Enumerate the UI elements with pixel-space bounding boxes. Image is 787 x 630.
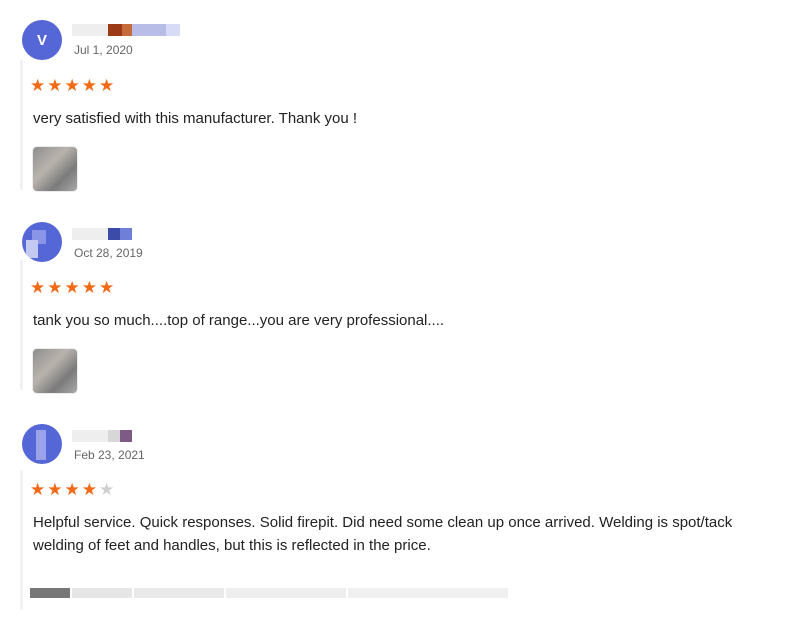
star-icon: ★ — [64, 278, 80, 297]
star-icon: ★ — [30, 278, 46, 297]
review-date: Feb 23, 2021 — [74, 448, 145, 462]
blurred-product-info — [30, 585, 510, 601]
reviewer-name-blurred — [72, 24, 180, 36]
review-photo-thumbnail[interactable] — [33, 147, 77, 191]
star-icon: ★ — [99, 480, 115, 499]
star-rating: ★ ★ ★ ★ ★ — [30, 77, 114, 95]
star-icon: ★ — [64, 480, 80, 499]
star-icon: ★ — [47, 480, 63, 499]
star-icon: ★ — [47, 76, 63, 95]
avatar-letter: V — [36, 31, 47, 49]
star-rating: ★ ★ ★ ★ ★ — [30, 279, 114, 297]
star-icon: ★ — [81, 480, 97, 499]
star-icon: ★ — [81, 278, 97, 297]
reviewer-name-blurred — [72, 228, 132, 240]
star-icon: ★ — [81, 76, 97, 95]
avatar[interactable] — [22, 424, 62, 464]
star-icon: ★ — [30, 480, 46, 499]
star-icon: ★ — [30, 76, 46, 95]
reviewer-name-blurred — [72, 430, 132, 442]
divider — [20, 60, 23, 190]
divider — [20, 470, 23, 610]
review-text: tank you so much....top of range...you a… — [33, 312, 445, 329]
review-text: very satisfied with this manufacturer. T… — [33, 110, 358, 127]
star-icon: ★ — [64, 76, 80, 95]
review-text: Helpful service. Quick responses. Solid … — [33, 514, 733, 554]
divider — [20, 260, 23, 390]
review-date: Oct 28, 2019 — [74, 246, 143, 260]
star-icon: ★ — [99, 278, 115, 297]
review-photo-thumbnail[interactable] — [33, 349, 77, 393]
star-icon: ★ — [99, 76, 115, 95]
avatar[interactable] — [22, 222, 62, 262]
avatar[interactable]: V — [22, 20, 62, 60]
star-icon: ★ — [47, 278, 63, 297]
star-rating: ★ ★ ★ ★ ★ — [30, 481, 114, 499]
review-date: Jul 1, 2020 — [74, 43, 133, 57]
